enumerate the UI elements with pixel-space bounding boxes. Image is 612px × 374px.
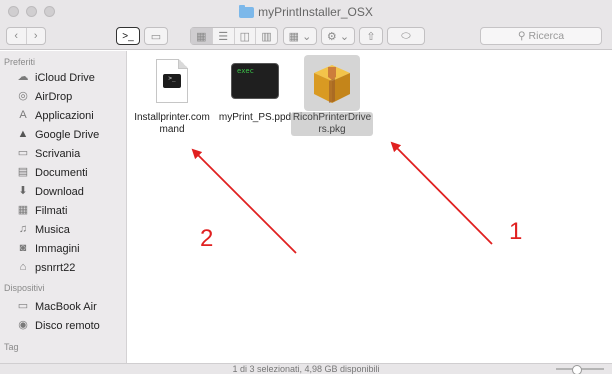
sidebar-item-scrivania[interactable]: ▭ Scrivania: [0, 144, 126, 163]
applications-icon: A: [19, 109, 27, 121]
icon-view-button[interactable]: ▦: [191, 28, 213, 44]
annotation-number-1: 1: [509, 218, 523, 245]
title-bar: myPrintInstaller_OSX: [0, 0, 612, 24]
tag-button[interactable]: ⬭: [387, 27, 425, 45]
grid-arrange-icon: ▦ ⌄: [288, 30, 312, 43]
sidebar-item-disco-remoto[interactable]: ◉ Disco remoto: [0, 316, 126, 335]
devices-list: ▭ MacBook Air ◉ Disco remoto: [0, 297, 126, 335]
download-icon: ⬇: [18, 185, 28, 197]
laptop-icon: ▭: [17, 300, 29, 312]
sidebar-item-label: AirDrop: [35, 90, 73, 103]
icon-size-slider[interactable]: [556, 365, 604, 374]
file-item-ricoh-pkg[interactable]: RicohPrinterDrive rs.pkg: [290, 55, 374, 136]
sidebar-item-musica[interactable]: ♫ Musica: [0, 220, 126, 239]
sidebar-item-airdrop[interactable]: ◎ AirDrop: [0, 87, 126, 106]
back-button[interactable]: ‹: [7, 28, 27, 44]
airdrop-icon: ◎: [18, 90, 28, 102]
toolbar: ‹ › >_ ▭ ▦ ☰ ◫ ▥ ▦ ⌄ ⚙ ⌄ ⇧ ⬭ ⚲ Ricerca: [0, 24, 612, 50]
movies-icon: ▦: [17, 204, 29, 216]
sidebar-header-devices: Dispositivi: [4, 283, 45, 293]
file-item-myprint-ppd[interactable]: exec myPrint_PS.ppd: [213, 59, 297, 124]
home-icon: ⌂: [19, 261, 27, 273]
sidebar-item-label: Applicazioni: [35, 109, 94, 122]
share-icon: ⇧: [366, 30, 376, 43]
sidebar-header-favorites: Preferiti: [4, 57, 36, 67]
cover-flow-button[interactable]: ▥: [256, 28, 277, 44]
sidebar: Preferiti ☁ iCloud Drive ◎ AirDrop A Applicaz…: [0, 51, 127, 363]
package-icon: [304, 55, 360, 111]
list-view-button[interactable]: ☰: [213, 28, 235, 44]
documents-icon: ▤: [17, 166, 29, 178]
window-title: myPrintInstaller_OSX: [258, 5, 373, 19]
new-folder-button[interactable]: ▭: [144, 27, 168, 45]
pictures-icon: ◙: [19, 242, 27, 254]
view-mode-switcher: ▦ ☰ ◫ ▥: [190, 27, 278, 45]
sidebar-item-label: iCloud Drive: [35, 71, 95, 84]
share-button[interactable]: ⇧: [359, 27, 383, 45]
search-icon: ⚲: [517, 30, 526, 42]
desktop-icon: ▭: [17, 147, 29, 159]
action-button[interactable]: ⚙ ⌄: [321, 27, 355, 45]
search-field[interactable]: ⚲ Ricerca: [480, 27, 602, 45]
annotation-number-2: 2: [200, 225, 214, 252]
sidebar-item-label: Scrivania: [35, 147, 81, 160]
disc-icon: ◉: [18, 319, 28, 331]
sidebar-item-label: Google Drive: [35, 128, 100, 141]
terminal-toolbar-button[interactable]: >_: [116, 27, 140, 45]
sidebar-item-macbook-air[interactable]: ▭ MacBook Air: [0, 297, 126, 316]
cloud-icon: ☁: [17, 71, 29, 83]
nav-buttons: ‹ ›: [6, 27, 46, 45]
google-drive-icon: ▲: [17, 128, 29, 140]
sidebar-item-label: Musica: [35, 223, 70, 236]
file-item-installprinter[interactable]: >_ Installprinter.com mand: [130, 59, 214, 136]
sidebar-item-documenti[interactable]: ▤ Documenti: [0, 163, 126, 182]
music-icon: ♫: [18, 223, 28, 235]
gear-icon: ⚙ ⌄: [326, 30, 350, 43]
sidebar-item-label: psnrrt22: [35, 261, 76, 274]
forward-button[interactable]: ›: [27, 28, 46, 44]
sidebar-item-label: Download: [35, 185, 84, 198]
sidebar-item-psnrrt22[interactable]: ⌂ psnrrt22: [0, 258, 126, 277]
sidebar-item-applicazioni[interactable]: A Applicazioni: [0, 106, 126, 125]
sidebar-item-download[interactable]: ⬇ Download: [0, 182, 126, 201]
terminal-script-icon: >_: [148, 59, 196, 107]
tag-icon: ⬭: [401, 29, 411, 42]
sidebar-item-label: MacBook Air: [35, 300, 97, 313]
sidebar-item-label: Documenti: [35, 166, 88, 179]
file-name: myPrint_PS.ppd: [218, 112, 292, 123]
folder-icon: [239, 4, 255, 18]
arrange-button[interactable]: ▦ ⌄: [283, 27, 317, 45]
favorites-list: ☁ iCloud Drive ◎ AirDrop A Applicazioni ▲ Googl…: [0, 68, 126, 277]
exec-icon: exec: [231, 59, 279, 107]
sidebar-item-google-drive[interactable]: ▲ Google Drive: [0, 125, 126, 144]
column-view-button[interactable]: ◫: [235, 28, 257, 44]
terminal-icon: >_: [122, 30, 134, 42]
sidebar-item-label: Filmati: [35, 204, 68, 217]
status-bar: 1 di 3 selezionati, 4,98 GB disponibili: [0, 363, 612, 374]
sidebar-item-icloud-drive[interactable]: ☁ iCloud Drive: [0, 68, 126, 87]
sidebar-item-immagini[interactable]: ◙ Immagini: [0, 239, 126, 258]
folder-outline-icon: ▭: [150, 30, 162, 43]
file-name: Installprinter.com mand: [134, 112, 210, 135]
window-title-group: myPrintInstaller_OSX: [0, 4, 612, 19]
sidebar-header-tags: Tag: [4, 342, 19, 352]
sidebar-item-filmati[interactable]: ▦ Filmati: [0, 201, 126, 220]
sidebar-item-label: Immagini: [35, 242, 80, 255]
sidebar-item-label: Disco remoto: [35, 319, 100, 332]
file-name: RicohPrinterDrive rs.pkg: [290, 112, 374, 136]
search-placeholder: Ricerca: [528, 30, 565, 42]
status-text: 1 di 3 selezionati, 4,98 GB disponibili: [232, 364, 380, 374]
file-browser-area: >_ Installprinter.com mand exec myPrint_…: [128, 51, 612, 363]
